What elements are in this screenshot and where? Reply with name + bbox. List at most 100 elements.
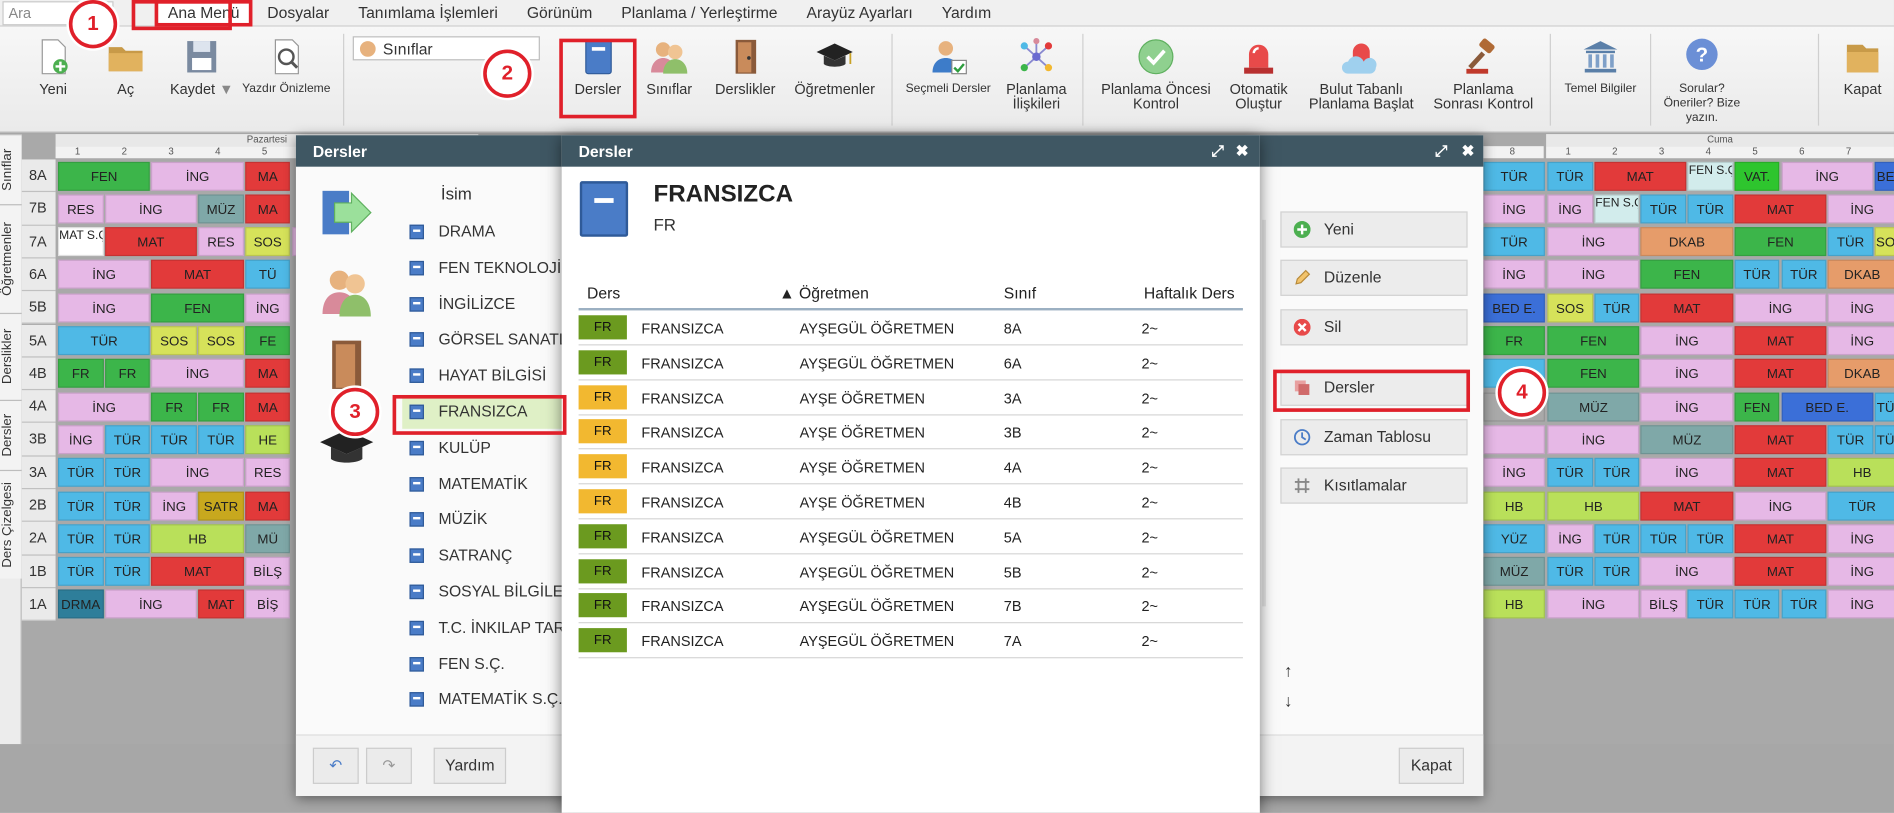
timetable-cell[interactable]: TÜR — [1594, 293, 1640, 323]
timetable-cell[interactable]: TÜR — [1594, 556, 1640, 586]
course-list-item[interactable]: T.C. İNKILAP TARİHİ — [402, 611, 583, 645]
timetable-cell[interactable]: MAT — [1594, 161, 1687, 191]
timetable-cell[interactable]: HE — [244, 425, 291, 455]
timetable-cell[interactable]: FEN — [1734, 392, 1780, 422]
timetable-cell[interactable]: TÜR — [1734, 260, 1780, 290]
students-icon[interactable] — [318, 261, 376, 319]
timetable-cell[interactable]: MAT — [1734, 194, 1827, 224]
timetable-cell[interactable]: TÜR — [57, 458, 104, 488]
close-icon[interactable]: ✖ — [1236, 141, 1249, 160]
help-button[interactable]: Yardım — [433, 747, 507, 784]
timetable-cell[interactable]: MAT — [1640, 293, 1734, 323]
timetable-cell[interactable]: İNG — [1827, 589, 1894, 619]
timetable-button[interactable]: Zaman Tablosu — [1280, 419, 1468, 456]
course-list-item[interactable]: SATRANÇ — [402, 539, 583, 573]
table-row[interactable]: FR FRANSIZCA AYŞEGÜL ÖĞRETMEN 7A 2~ — [578, 624, 1243, 659]
timetable-cell[interactable]: TÜR — [57, 523, 104, 553]
timetable-cell[interactable]: İNG — [1734, 491, 1827, 521]
timetable-cell[interactable]: RES — [57, 194, 104, 224]
otomatik-olustur-button[interactable]: Otomatik Oluştur — [1222, 27, 1294, 124]
menu-tanimlama[interactable]: Tanımlama İşlemleri — [344, 4, 513, 22]
grid-row-label[interactable]: 5A — [21, 324, 56, 358]
side-tab-ders-cizelgesi[interactable]: Ders Çizelgesi — [0, 469, 22, 579]
table-row[interactable]: FR FRANSIZCA AYŞEGÜL ÖĞRETMEN 7B 2~ — [578, 589, 1243, 624]
edit-course-button[interactable]: Düzenle — [1280, 259, 1468, 296]
timetable-cell[interactable]: HB — [1547, 491, 1640, 521]
side-tab-siniflar[interactable]: Sınıflar — [0, 134, 22, 205]
grid-row-label[interactable]: 1B — [21, 555, 56, 589]
col-ders[interactable]: Ders — [587, 284, 620, 302]
constraints-button[interactable]: Kısıtlamalar — [1280, 467, 1468, 504]
timetable-cell[interactable]: TÜR — [104, 556, 151, 586]
course-list-item[interactable]: FEN S.Ç. — [402, 647, 583, 681]
timetable-cell[interactable]: İNG — [1827, 326, 1894, 356]
save-button[interactable]: Kaydet ▼ — [164, 27, 239, 124]
timetable-cell[interactable]: DKAB — [1640, 227, 1734, 257]
maximize-icon[interactable]: ⤢ — [1435, 141, 1448, 160]
timetable-cell[interactable]: FE — [244, 326, 291, 356]
timetable-cell[interactable]: FEN — [1547, 326, 1640, 356]
timetable-cell[interactable]: MAT — [1640, 491, 1734, 521]
timetable-cell[interactable]: İNG — [1827, 523, 1894, 553]
timetable-cell[interactable]: İNG — [1547, 425, 1640, 455]
timetable-cell[interactable]: TÜR — [1687, 194, 1734, 224]
grid-row-label[interactable]: 2B — [21, 489, 56, 523]
timetable-cell[interactable]: İNG — [1483, 194, 1545, 224]
move-up-icon[interactable]: ↑ — [1284, 661, 1292, 680]
timetable-cell[interactable]: MAT S.Ç. — [57, 227, 104, 257]
table-row[interactable]: FR FRANSIZCA AYŞEGÜL ÖĞRETMEN 5A 2~ — [578, 519, 1243, 555]
table-row[interactable]: FR FRANSIZCA AYŞE ÖĞRETMEN 4B 2~ — [578, 484, 1243, 520]
timetable-cell[interactable]: HB — [151, 523, 244, 553]
timetable-cell[interactable]: DRMA — [57, 589, 104, 619]
timetable-cell[interactable]: TÜR — [1734, 589, 1780, 619]
close-app-button[interactable]: Kapat — [1834, 27, 1892, 124]
timetable-cell[interactable]: İNG — [1640, 359, 1734, 389]
timetable-cell[interactable]: İNG — [151, 161, 244, 191]
timetable-cell[interactable]: İNG — [1640, 392, 1734, 422]
table-row[interactable]: FR FRANSIZCA AYŞEGÜL ÖĞRETMEN 6A 2~ — [578, 345, 1243, 381]
timetable-cell[interactable]: MAT — [151, 260, 244, 290]
timetable-cell[interactable]: DKAB — [1827, 359, 1894, 389]
timetable-cell[interactable]: İNG — [1827, 556, 1894, 586]
door-icon[interactable] — [318, 336, 376, 394]
timetable-cell[interactable]: TÜR — [1483, 161, 1545, 191]
timetable-cell[interactable]: İNG — [1483, 260, 1545, 290]
menu-arayuz[interactable]: Arayüz Ayarları — [792, 4, 927, 22]
grid-row-label[interactable]: 2A — [21, 522, 56, 556]
planlama-sonrasi-kontrol-button[interactable]: Planlama Sonrası Kontrol — [1428, 27, 1539, 124]
timetable-cell[interactable]: MAT — [1734, 556, 1827, 586]
timetable-cell[interactable]: SOS — [151, 326, 197, 356]
grid-row-label[interactable]: 4B — [21, 357, 56, 391]
close-icon[interactable]: ✖ — [1462, 141, 1475, 160]
course-list-item[interactable]: SOSYAL BİLGİLER — [402, 575, 583, 609]
side-tab-dersler[interactable]: Dersler — [0, 399, 22, 470]
bulut-planlama-button[interactable]: Bulut Tabanlı Planlama Başlat — [1302, 27, 1420, 124]
close-dialog-button[interactable]: Kapat — [1398, 747, 1464, 784]
timetable-cell[interactable]: İNG — [57, 293, 151, 323]
timetable-cell[interactable]: RES — [244, 458, 291, 488]
timetable-cell[interactable]: BİŞ — [244, 589, 291, 619]
redo-button[interactable]: ↷ — [365, 747, 412, 784]
col-sinif[interactable]: Sınıf — [1004, 284, 1036, 302]
course-list-item[interactable]: DRAMA — [402, 215, 583, 249]
menu-planlama[interactable]: Planlama / Yerleştirme — [607, 4, 792, 22]
table-row[interactable]: FR FRANSIZCA AYŞEGÜL ÖĞRETMEN 5B 2~ — [578, 554, 1243, 589]
timetable-cell[interactable]: FEN — [1640, 260, 1734, 290]
timetable-cell[interactable]: BED E. — [1483, 293, 1545, 323]
timetable-cell[interactable]: SO — [1874, 227, 1894, 257]
grid-row-label[interactable]: 6A — [21, 258, 56, 292]
timetable-cell[interactable]: MA — [244, 491, 291, 521]
table-row[interactable]: FR FRANSIZCA AYŞE ÖĞRETMEN 3B 2~ — [578, 415, 1243, 450]
new-course-button[interactable]: Yeni — [1280, 211, 1468, 248]
table-row[interactable]: FR FRANSIZCA AYŞE ÖĞRETMEN 3A 2~ — [578, 380, 1243, 416]
timetable-cell[interactable]: TÜR — [1594, 458, 1640, 488]
timetable-cell[interactable]: İNG — [1547, 194, 1593, 224]
timetable-cell[interactable]: TÜR — [1781, 260, 1827, 290]
timetable-cell[interactable]: FEN — [57, 161, 151, 191]
timetable-cell[interactable]: İNG — [1640, 458, 1734, 488]
timetable-cell[interactable]: İNG — [1547, 589, 1640, 619]
timetable-cell[interactable]: İNG — [104, 589, 197, 619]
course-list-item[interactable]: İNGİLİZCE — [402, 287, 583, 321]
move-down-icon[interactable]: ↓ — [1284, 691, 1292, 710]
timetable-cell[interactable]: MÜ — [244, 523, 291, 553]
